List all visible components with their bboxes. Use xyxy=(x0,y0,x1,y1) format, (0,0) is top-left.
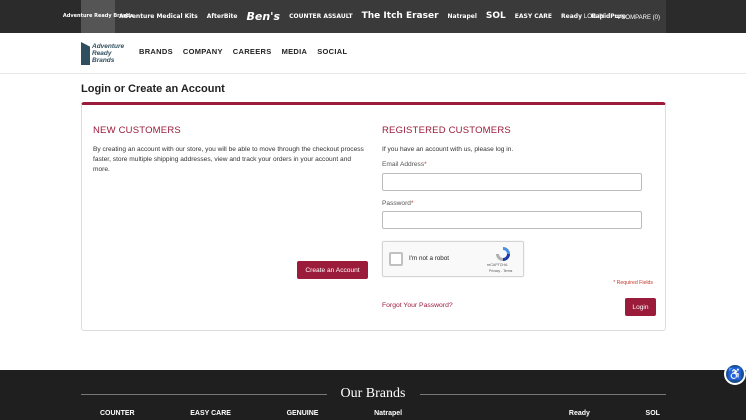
top-brand-logo[interactable]: COUNTER ASSAULT xyxy=(289,13,353,20)
top-brand-logo[interactable]: Natrapel xyxy=(448,13,477,20)
compare-icon: ⇆ xyxy=(614,13,621,21)
brand-logo-strip: Adventure Ready Brands Adventure Medical … xyxy=(63,0,635,33)
footer-brand-logo[interactable]: GENUINE xyxy=(287,410,319,417)
main-nav: Adventure Ready Brands BRANDS COMPANY CA… xyxy=(81,40,666,67)
password-label-text: Password xyxy=(382,200,411,207)
password-label: Password* xyxy=(382,200,414,207)
login-card: NEW CUSTOMERS By creating an account wit… xyxy=(81,102,666,331)
email-required-mark: * xyxy=(424,161,427,168)
site-logo-mark xyxy=(81,42,90,65)
required-fields-note: * Required Fields xyxy=(613,280,653,286)
top-brand-logo[interactable]: Adventure Medical Kits xyxy=(119,13,198,20)
recaptcha-brand: reCAPTCHA xyxy=(487,263,508,267)
email-field[interactable] xyxy=(382,173,642,191)
site-logo[interactable]: Adventure Ready Brands xyxy=(81,40,131,67)
top-brand-logo[interactable]: EASY CARE xyxy=(515,13,552,20)
recaptcha-terms[interactable]: Privacy - Terms xyxy=(489,269,512,273)
site-logo-word-1: Adventure xyxy=(92,43,125,50)
footer-brand-logo[interactable]: COUNTER xyxy=(100,410,135,417)
recaptcha-icon xyxy=(496,247,510,261)
nav-item-company[interactable]: COMPANY xyxy=(183,47,223,56)
footer-rule-right xyxy=(420,394,666,395)
recaptcha-label: I'm not a robot xyxy=(409,255,450,262)
compare-label: COMPARE (0) xyxy=(621,14,660,21)
recaptcha-widget: I'm not a robot reCAPTCHA Privacy - Term… xyxy=(382,241,524,277)
new-customers-text: By creating an account with our store, y… xyxy=(93,146,364,173)
nav-item-social[interactable]: SOCIAL xyxy=(317,47,347,56)
registered-customers-intro: If you have an account with us, please l… xyxy=(382,146,514,153)
top-brand-bar-inner: Adventure Ready Brands Adventure Medical … xyxy=(63,0,666,33)
site-logo-word-2: Ready xyxy=(92,50,112,57)
top-brand-logo[interactable]: Ready xyxy=(561,13,582,20)
footer-brand-logo[interactable]: SOL xyxy=(646,410,660,417)
create-account-button[interactable]: Create an Account xyxy=(297,261,368,279)
nav-item-media[interactable]: MEDIA xyxy=(282,47,308,56)
footer: Our Brands COUNTER EASY CARE GENUINE Natrap… xyxy=(0,370,746,420)
forgot-password-link[interactable]: Forgot Your Password? xyxy=(382,302,453,309)
footer-brand-logo[interactable]: EASY CARE xyxy=(190,410,231,417)
footer-brand-list: COUNTER EASY CARE GENUINE Natrapel Ready SOL xyxy=(100,410,660,417)
footer-brand-logo[interactable]: Ready xyxy=(569,410,590,417)
nav-item-brands[interactable]: BRANDS xyxy=(139,47,173,56)
email-label-text: Email Address xyxy=(382,161,425,168)
footer-brand-logo[interactable]: Natrapel xyxy=(374,410,402,417)
registered-customers-title: REGISTERED CUSTOMERS xyxy=(382,125,511,136)
site-logo-word-3: Brands xyxy=(92,57,115,64)
email-label: Email Address* xyxy=(382,161,427,168)
site-logo-text: Adventure Ready Brands xyxy=(92,43,124,64)
compare-link[interactable]: ⇆COMPARE (0) xyxy=(614,13,660,21)
new-customers-title: NEW CUSTOMERS xyxy=(93,125,181,136)
top-brand-logo[interactable]: AfterBite xyxy=(207,13,238,20)
nav-divider xyxy=(0,73,746,74)
password-required-mark: * xyxy=(410,200,414,207)
top-brand-logo[interactable]: SOL xyxy=(486,12,506,21)
page-title: Login or Create an Account xyxy=(81,83,225,95)
password-field[interactable] xyxy=(382,211,642,229)
login-button[interactable]: Login xyxy=(625,298,656,316)
nav-item-careers[interactable]: CAREERS xyxy=(233,47,272,56)
top-brand-logo[interactable]: Adventure Ready Brands xyxy=(63,0,133,33)
top-links: LOG IN ⇆COMPARE (0) xyxy=(584,0,666,33)
login-link[interactable]: LOG IN xyxy=(584,14,604,20)
top-brand-bar: Adventure Ready Brands Adventure Medical … xyxy=(0,0,746,33)
accessibility-icon[interactable]: ♿ xyxy=(724,363,746,385)
nav-menu: BRANDS COMPANY CAREERS MEDIA SOCIAL xyxy=(139,47,347,56)
top-brand-logo[interactable]: Ben's xyxy=(246,11,280,22)
recaptcha-checkbox[interactable] xyxy=(389,252,403,266)
top-brand-logo[interactable]: The Itch Eraser xyxy=(362,12,439,21)
